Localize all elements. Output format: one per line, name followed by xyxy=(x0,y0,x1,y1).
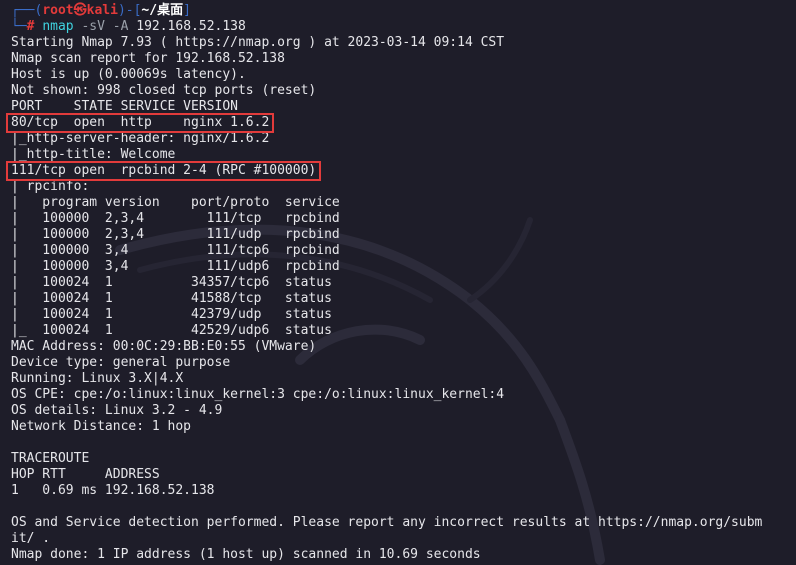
output-line: | 100000 3,4 111/tcp6 rpcbind xyxy=(11,243,340,258)
command-line: └─# nmap -sV -A 192.168.52.138 xyxy=(11,19,796,35)
output-line: 1 0.69 ms 192.168.52.138 xyxy=(11,483,215,498)
output-line: Running: Linux 3.X|4.X xyxy=(11,371,184,386)
output-line: 111/tcp open rpcbind 2-4 (RPC #100000) xyxy=(11,163,317,178)
terminal-output: ┌──(root㉿kali)-[~/桌面] └─# nmap -sV -A 19… xyxy=(11,3,796,563)
output-line: PORT STATE SERVICE VERSION xyxy=(11,99,238,114)
output-line: | 100000 3,4 111/udp6 rpcbind xyxy=(11,259,340,274)
scan-output: Starting Nmap 7.93 ( https://nmap.org ) … xyxy=(11,35,796,563)
prompt-arrow: └─ xyxy=(11,19,27,34)
output-line: | 100024 1 41588/tcp status xyxy=(11,291,332,306)
output-line: | 100024 1 34357/tcp6 status xyxy=(11,275,332,290)
prompt-user-host: root㉿kali xyxy=(42,3,118,18)
output-line: | 100024 1 42379/udp status xyxy=(11,307,332,322)
output-line: Nmap scan report for 192.168.52.138 xyxy=(11,51,285,66)
output-line: |_http-title: Welcome xyxy=(11,147,176,162)
output-line: OS and Service detection performed. Plea… xyxy=(11,515,763,530)
output-line: HOP RTT ADDRESS xyxy=(11,467,160,482)
output-line: Starting Nmap 7.93 ( https://nmap.org ) … xyxy=(11,35,505,50)
command-target: 192.168.52.138 xyxy=(128,19,246,34)
output-line: OS CPE: cpe:/o:linux:linux_kernel:3 cpe:… xyxy=(11,387,505,402)
output-line: | rpcinfo: xyxy=(11,179,90,194)
prompt-separator: )-[ xyxy=(117,3,142,18)
output-line: Not shown: 998 closed tcp ports (reset) xyxy=(11,83,317,98)
output-line: 80/tcp open http nginx 1.6.2 xyxy=(11,115,270,130)
output-line: OS details: Linux 3.2 - 4.9 xyxy=(11,403,223,418)
output-line: it/ . xyxy=(11,531,51,546)
output-line: MAC Address: 00:0C:29:BB:E0:55 (VMware) xyxy=(11,339,317,354)
output-line: |_ 100024 1 42529/udp6 status xyxy=(11,323,332,338)
output-line: |_http-server-header: nginx/1.6.2 xyxy=(11,131,270,146)
prompt-bracket-open: ┌──( xyxy=(11,3,43,18)
terminal-window[interactable]: ┌──(root㉿kali)-[~/桌面] └─# nmap -sV -A 19… xyxy=(0,0,796,565)
output-line: Network Distance: 1 hop xyxy=(11,419,192,434)
output-line: Nmap done: 1 IP address (1 host up) scan… xyxy=(11,547,481,562)
output-line: | program version port/proto service xyxy=(11,195,340,210)
output-line: Host is up (0.00069s latency). xyxy=(11,67,246,82)
output-line: | 100000 2,3,4 111/udp rpcbind xyxy=(11,227,340,242)
prompt-bracket-close: ] xyxy=(183,3,191,18)
command-name: nmap xyxy=(42,19,74,34)
output-line: | 100000 2,3,4 111/tcp rpcbind xyxy=(11,211,340,226)
prompt-line: ┌──(root㉿kali)-[~/桌面] xyxy=(11,3,796,19)
output-line: TRACEROUTE xyxy=(11,451,90,466)
output-line: Device type: general purpose xyxy=(11,355,231,370)
command-args: -sV -A xyxy=(73,19,129,34)
prompt-hash: # xyxy=(26,19,35,34)
prompt-cwd: ~/桌面 xyxy=(141,3,184,18)
